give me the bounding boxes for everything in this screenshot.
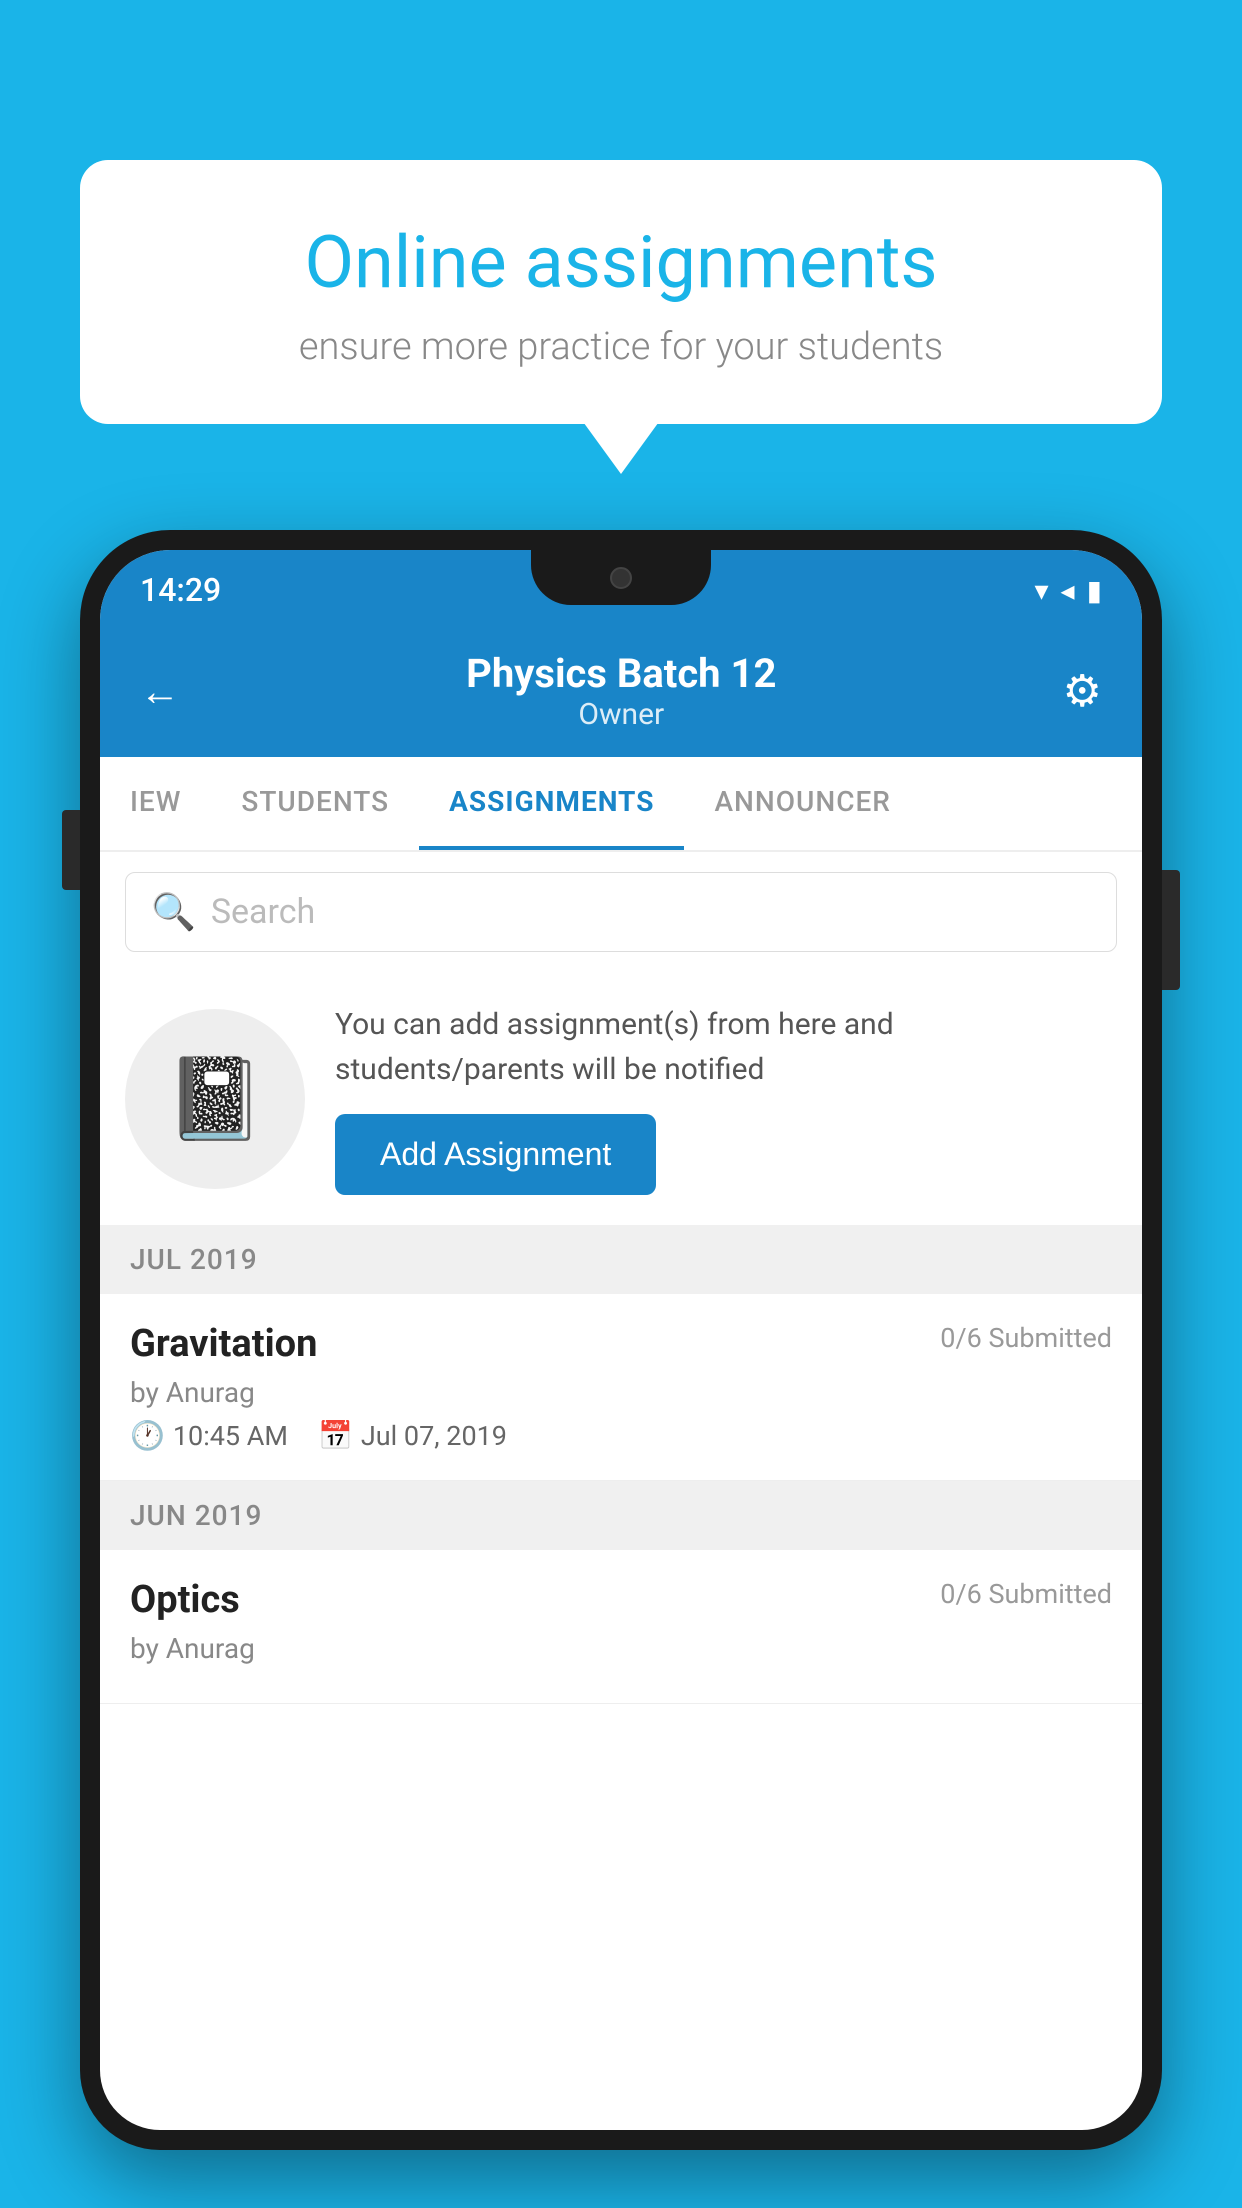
assignment-submitted-optics: 0/6 Submitted (940, 1578, 1112, 1610)
settings-icon[interactable]: ⚙ (1063, 665, 1102, 717)
status-icons: ▾ ◂ ▮ (1034, 574, 1102, 607)
assignment-top-optics: Optics 0/6 Submitted (130, 1578, 1112, 1622)
info-message: You can add assignment(s) from here and … (335, 1002, 1117, 1092)
info-text: You can add assignment(s) from here and … (335, 1002, 1117, 1195)
phone-container: 14:29 ▾ ◂ ▮ ← Physics Batch 12 Owner ⚙ (80, 530, 1162, 2208)
tab-students[interactable]: STUDENTS (211, 757, 419, 850)
add-assignment-button[interactable]: Add Assignment (335, 1114, 656, 1195)
info-card: 📓 You can add assignment(s) from here an… (100, 972, 1142, 1225)
assignment-item-gravitation[interactable]: Gravitation 0/6 Submitted by Anurag 🕐 10… (100, 1294, 1142, 1481)
signal-icon: ◂ (1061, 574, 1075, 607)
notch (531, 550, 711, 605)
assignment-by: by Anurag (130, 1376, 1112, 1409)
month-header-jun: JUN 2019 (100, 1481, 1142, 1550)
app-header: ← Physics Batch 12 Owner ⚙ (100, 630, 1142, 757)
camera-dot (610, 567, 632, 589)
search-icon: 🔍 (151, 891, 196, 933)
search-bar[interactable]: 🔍 Search (125, 872, 1117, 952)
phone-frame: 14:29 ▾ ◂ ▮ ← Physics Batch 12 Owner ⚙ (80, 530, 1162, 2150)
tab-announcements[interactable]: ANNOUNCER (684, 757, 921, 850)
assignment-name: Gravitation (130, 1322, 317, 1366)
search-container: 🔍 Search (100, 852, 1142, 972)
calendar-icon: 📅 (318, 1419, 353, 1452)
header-title: Physics Batch 12 (466, 650, 776, 697)
wifi-icon: ▾ (1034, 574, 1048, 607)
speech-bubble: Online assignments ensure more practice … (80, 160, 1162, 424)
meta-date: 📅 Jul 07, 2019 (318, 1419, 507, 1452)
tabs-bar: IEW STUDENTS ASSIGNMENTS ANNOUNCER (100, 757, 1142, 852)
status-time: 14:29 (140, 571, 221, 609)
speech-bubble-container: Online assignments ensure more practice … (80, 160, 1162, 424)
assignment-top: Gravitation 0/6 Submitted (130, 1322, 1112, 1366)
assignment-date: Jul 07, 2019 (361, 1420, 507, 1452)
assignment-submitted: 0/6 Submitted (940, 1322, 1112, 1354)
assignment-name-optics: Optics (130, 1578, 240, 1622)
notebook-icon-wrap: 📓 (125, 1009, 305, 1189)
clock-icon: 🕐 (130, 1419, 165, 1452)
search-placeholder: Search (211, 892, 315, 932)
header-center: Physics Batch 12 Owner (466, 650, 776, 732)
tab-iew[interactable]: IEW (100, 757, 211, 850)
speech-bubble-subtitle: ensure more practice for your students (150, 325, 1092, 369)
notebook-icon: 📓 (165, 1052, 265, 1146)
battery-icon: ▮ (1087, 574, 1102, 607)
assignment-by-optics: by Anurag (130, 1632, 1112, 1665)
status-bar: 14:29 ▾ ◂ ▮ (100, 550, 1142, 630)
phone-screen: 14:29 ▾ ◂ ▮ ← Physics Batch 12 Owner ⚙ (100, 550, 1142, 2130)
tab-assignments[interactable]: ASSIGNMENTS (419, 757, 684, 850)
assignment-item-optics[interactable]: Optics 0/6 Submitted by Anurag (100, 1550, 1142, 1704)
back-button[interactable]: ← (140, 668, 180, 715)
meta-time: 🕐 10:45 AM (130, 1419, 288, 1452)
assignment-meta: 🕐 10:45 AM 📅 Jul 07, 2019 (130, 1419, 1112, 1452)
assignment-time: 10:45 AM (173, 1420, 288, 1452)
month-header-jul: JUL 2019 (100, 1225, 1142, 1294)
header-subtitle: Owner (466, 697, 776, 732)
speech-bubble-title: Online assignments (150, 220, 1092, 305)
